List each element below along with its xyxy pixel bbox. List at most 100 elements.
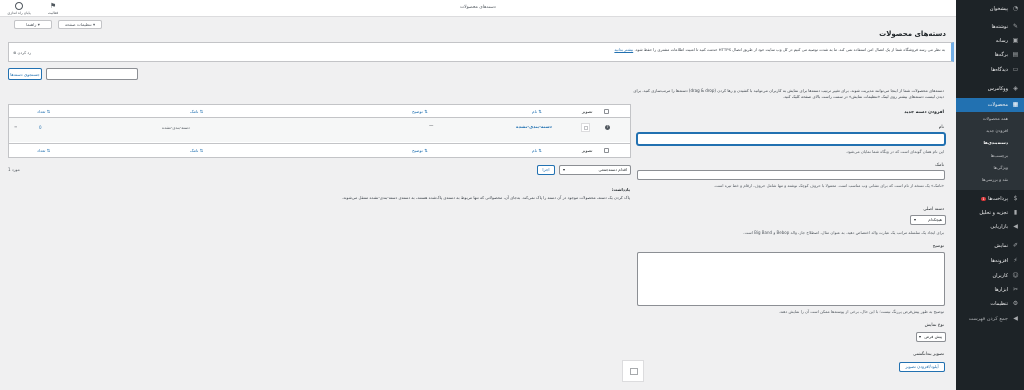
submenu-all-products[interactable]: همه محصولات <box>956 115 1024 123</box>
sidebar-item-payments[interactable]: $ پرداخت‌ها 1 <box>956 193 1024 204</box>
submenu-categories[interactable]: دسته‌بندی‌ها <box>956 139 1024 147</box>
drag-handle-icon[interactable]: ≡ <box>14 124 17 129</box>
flag-icon: ⚑ <box>49 2 57 10</box>
column-name-label: نام <box>532 148 538 153</box>
description-label: توضیح <box>932 244 944 249</box>
thumbnail-label: تصویر بندانگشتی <box>913 352 944 357</box>
product-icon: ▦ <box>1012 101 1019 108</box>
note-title: یادداشت: <box>611 187 630 192</box>
column-description-bottom[interactable]: توضیح ⇅ <box>412 148 428 153</box>
column-slug-bottom[interactable]: نامک ⇅ <box>190 148 203 153</box>
sidebar-item-label: افزونه‌ها <box>990 257 1008 264</box>
sidebar-item-label: بازاریابی <box>990 223 1008 230</box>
display-type-select[interactable]: پیش فرض ▾ <box>916 332 946 342</box>
column-image: تصویر <box>582 109 593 114</box>
table-row <box>9 118 630 142</box>
settings-icon: ⚙ <box>1012 300 1019 307</box>
dismiss-button[interactable]: ⊗ رد کردن <box>13 50 31 55</box>
sidebar-item-dashboard[interactable]: ◔ پیشخوان <box>956 3 1024 14</box>
row-name-link[interactable]: دسته-بندی-نشده <box>516 125 552 130</box>
column-name-bottom[interactable]: نام ⇅ <box>532 148 542 153</box>
column-description-label: توضیح <box>412 109 423 114</box>
column-count[interactable]: تعداد ⇅ <box>37 109 50 114</box>
collapse-icon: ◀ <box>1013 315 1018 322</box>
upload-image-button[interactable]: آپلود/افزودن تصویر <box>899 362 945 372</box>
sidebar-item-users[interactable]: ☺ کاربران <box>956 270 1024 281</box>
help-button[interactable]: راهنما ▾ <box>14 20 52 29</box>
column-name[interactable]: نام ⇅ <box>532 109 542 114</box>
chart-icon: ▮ <box>1013 209 1018 216</box>
sidebar-item-media[interactable]: ▣ رسانه <box>956 35 1024 46</box>
sidebar-item-settings[interactable]: ⚙ تنظیمات <box>956 298 1024 309</box>
note-text: پاک کردن یک دسته، محصولات موجود در آن دس… <box>341 195 630 200</box>
sidebar-item-tools[interactable]: ✂ ابزارها <box>956 284 1024 295</box>
sidebar-item-label: تنظیمات <box>990 300 1008 307</box>
sidebar-item-woocommerce[interactable]: ◈ ووکامرس <box>956 83 1024 94</box>
screen-options-button[interactable]: تنظیمات صفحه ▾ <box>58 20 102 29</box>
bulk-action-select-bottom[interactable]: اقدام دسته‌جمعی ▾ <box>559 165 631 175</box>
select-all-checkbox-bottom[interactable] <box>604 148 609 153</box>
bulk-apply-button-bottom[interactable]: اجرا <box>537 165 555 175</box>
sidebar-item-posts[interactable]: ✎ نوشته‌ها <box>956 21 1024 32</box>
finish-setup-label: پایان راه اندازی <box>7 11 31 15</box>
sidebar-item-analytics[interactable]: ▮ تجزیه و تحلیل <box>956 207 1024 218</box>
submenu-tags[interactable]: برچسب‌ها <box>956 152 1024 160</box>
submenu-reviews[interactable]: نقد و بررسی‌ها <box>956 176 1024 184</box>
sidebar-item-plugins[interactable]: ⚡ افزونه‌ها <box>956 255 1024 266</box>
items-count-bottom: 1 مورد <box>8 167 20 172</box>
description-textarea[interactable] <box>637 252 945 306</box>
sidebar-item-comments[interactable]: ▭ دیدگاه‌ها <box>956 64 1024 75</box>
activity-button[interactable]: ⚑ فعالیت <box>45 2 61 15</box>
image-icon <box>630 368 638 375</box>
sidebar-item-appearance[interactable]: ✐ نمایش <box>956 240 1024 251</box>
slug-hint: «نامک» یک نسخه از نام است که برای نشانی … <box>713 183 944 188</box>
sidebar-item-label: نوشته‌ها <box>991 23 1008 30</box>
select-all-checkbox[interactable] <box>604 109 609 114</box>
page-title: دسته‌های محصولات <box>879 30 946 38</box>
column-slug[interactable]: نامک ⇅ <box>190 109 203 114</box>
chevron-down-icon: ▾ <box>919 334 922 339</box>
category-image <box>581 123 590 132</box>
sidebar-item-label: جمع کردن فهرست <box>968 315 1008 322</box>
help-icon: ? <box>605 125 610 130</box>
sidebar-item-pages[interactable]: ▤ برگه‌ها <box>956 49 1024 60</box>
tools-icon: ✂ <box>1012 286 1019 293</box>
notice-body: به نظر می رسد فروشگاه شما از یک اتصال ام… <box>634 47 945 52</box>
notice-link[interactable]: بیشتر بدانید <box>614 47 633 52</box>
column-description[interactable]: توضیح ⇅ <box>412 109 428 114</box>
sort-icon: ⇅ <box>46 109 51 114</box>
column-image-bottom: تصویر <box>582 148 593 153</box>
sort-icon: ⇅ <box>424 148 428 153</box>
payments-badge: 1 <box>980 196 987 201</box>
slug-input[interactable] <box>637 170 945 180</box>
parent-hint: برای ایجاد یک سلسله مراتب یک عبارت والد … <box>743 230 944 235</box>
sort-icon: ⇅ <box>538 148 542 153</box>
finish-setup-button[interactable]: پایان راه اندازی <box>5 2 33 15</box>
sidebar-item-label: کاربران <box>992 272 1008 279</box>
sidebar-item-marketing[interactable]: ◀ بازاریابی <box>956 221 1024 232</box>
chevron-down-icon: ▾ <box>914 217 917 222</box>
row-count-link[interactable]: 0 <box>39 125 42 130</box>
column-count-bottom[interactable]: تعداد ⇅ <box>37 148 50 153</box>
search-categories-button[interactable]: جستجوی دسته‌ها <box>8 68 42 80</box>
name-input[interactable] <box>637 133 945 145</box>
sidebar-item-label: محصولات <box>987 102 1008 108</box>
dismiss-label: رد کردن <box>17 50 31 55</box>
column-slug-label: نامک <box>190 148 199 153</box>
row-slug: دسته-بندی-نشده <box>162 125 190 130</box>
page-tab-label: دسته‌های محصولات <box>460 5 496 10</box>
sidebar-item-label: دیدگاه‌ها <box>991 66 1008 73</box>
search-input[interactable] <box>46 68 138 80</box>
sidebar-collapse-menu[interactable]: ◀ جمع کردن فهرست <box>956 313 1024 324</box>
sidebar-item-label: پیشخوان <box>989 5 1008 12</box>
column-name-label: نام <box>532 109 538 114</box>
parent-select[interactable]: هیچکدام ▾ <box>910 215 946 225</box>
submenu-add-new[interactable]: افزودن جدید <box>956 127 1024 135</box>
payment-icon: $ <box>1013 195 1018 202</box>
sort-icon: ⇅ <box>199 109 204 114</box>
chevron-down-icon: ▾ <box>563 167 566 172</box>
help-label: راهنما <box>26 22 37 27</box>
submenu-attributes[interactable]: ویژگی‌ها <box>956 164 1024 172</box>
sort-icon: ⇅ <box>424 109 428 114</box>
sidebar-item-products[interactable]: ▦ محصولات <box>956 98 1024 112</box>
